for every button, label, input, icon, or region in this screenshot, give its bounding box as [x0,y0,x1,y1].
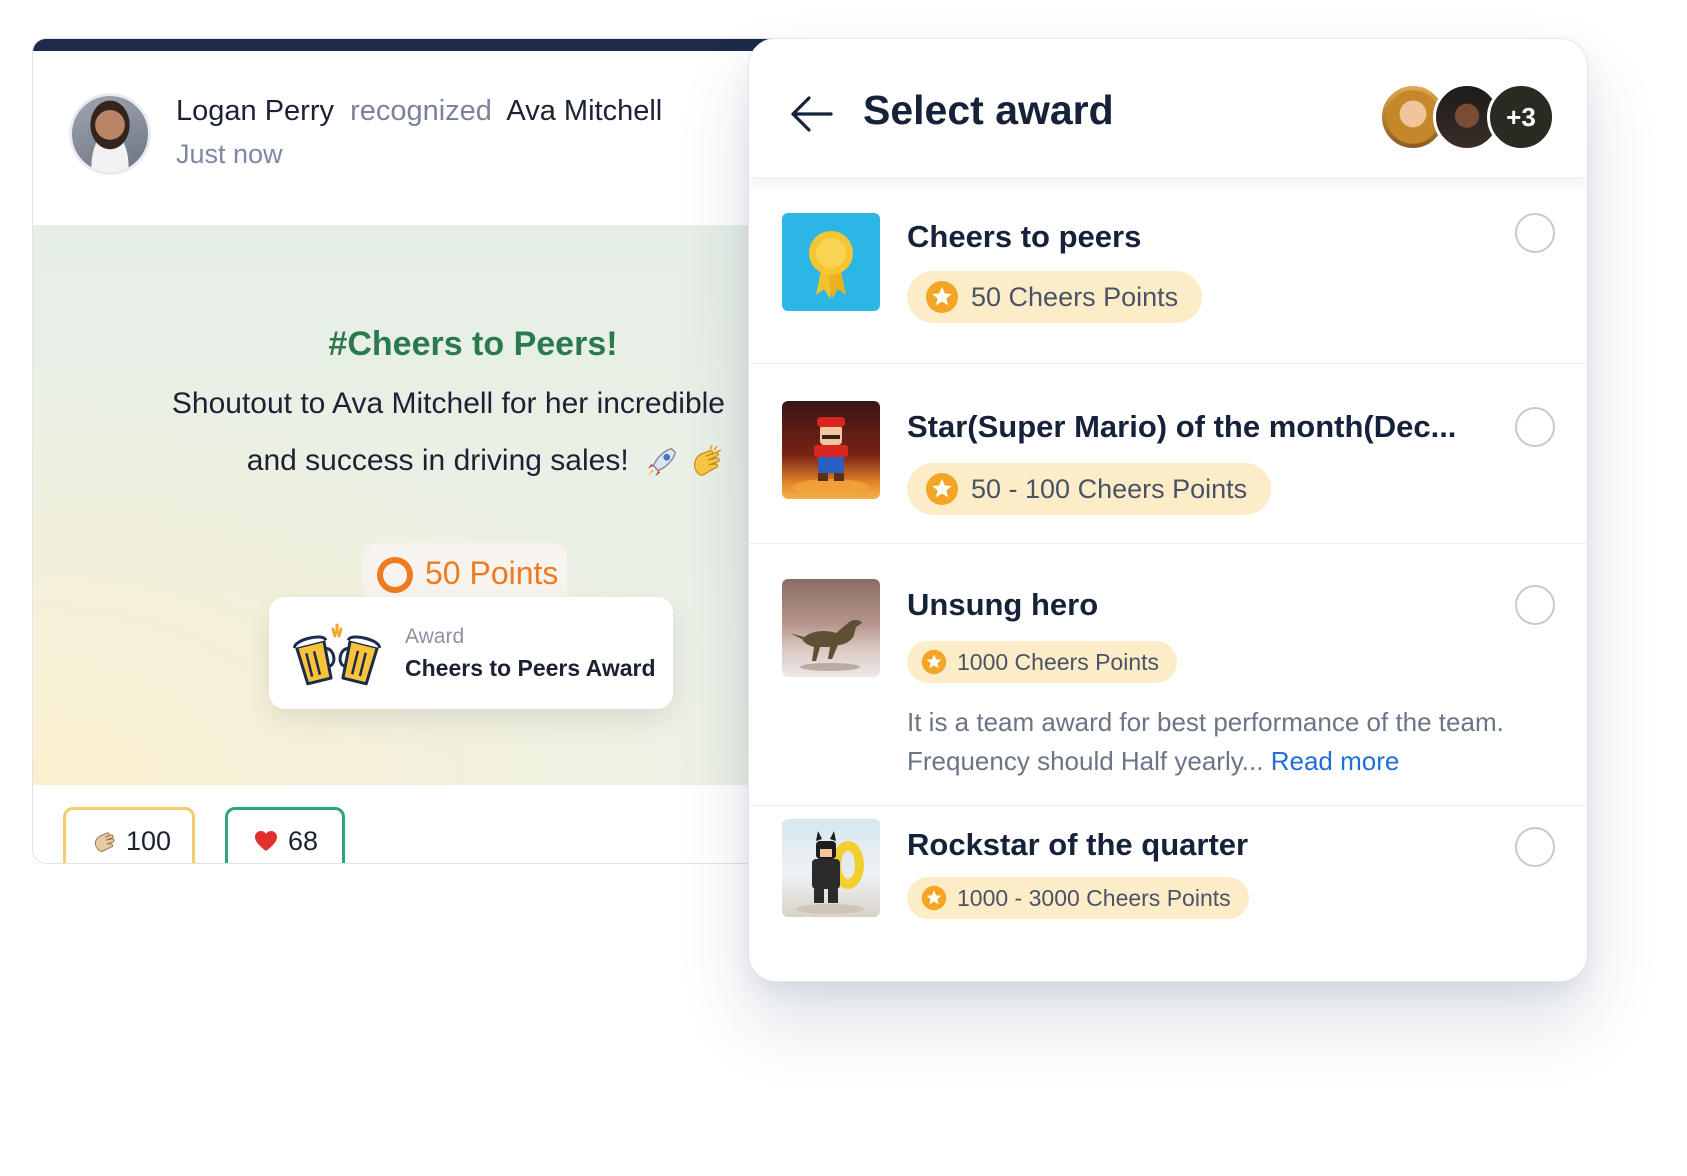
message-text-1: Shoutout to Ava Mitchell for her incredi… [171,387,725,420]
award-title: Cheers to peers [907,219,1142,254]
award-title: Unsung hero [907,587,1099,622]
mario-figure-image [782,401,880,499]
heart-reaction-button[interactable]: 68 [225,807,345,863]
award-description: It is a team award for best performance … [907,703,1547,781]
points-pill: 1000 Cheers Points [907,641,1178,683]
more-recipients-badge[interactable]: +3 [1487,83,1555,151]
dinosaur-figure-icon [790,620,862,671]
points-amount: 50 Points [425,555,559,591]
ribbon-medal-image [782,213,880,311]
award-name: Cheers to Peers Award [405,655,656,681]
award-option-cheers-to-peers[interactable]: Cheers to peers 50 Cheers Points [749,177,1587,364]
recipient-name[interactable]: Ava Mitchell [506,95,662,127]
points-label: 1000 - 3000 Cheers Points [957,884,1231,911]
points-pill: 50 Cheers Points [907,271,1203,323]
post-timestamp: Just now [176,139,283,169]
points-coin-icon [377,557,413,593]
star-coin-icon [921,649,947,675]
award-radio[interactable] [1515,827,1555,867]
ribbon-medal-icon [809,231,853,299]
award-card[interactable]: Award Cheers to Peers Award [269,597,673,709]
heart-count: 68 [288,825,319,856]
star-coin-icon [921,885,947,911]
beer-mugs-icon [293,623,381,686]
star-coin-icon [926,281,958,313]
back-arrow-icon[interactable] [789,94,833,134]
panel-title: Select award [863,87,1114,133]
select-award-panel: Select award +3 Cheers to peers 50 Cheer… [748,38,1588,982]
award-radio[interactable] [1515,213,1555,253]
points-label: 50 Cheers Points [971,281,1179,312]
points-label: 50 - 100 Cheers Points [971,473,1248,504]
award-title: Rockstar of the quarter [907,827,1249,862]
award-option-super-mario[interactable]: Star(Super Mario) of the month(Dec... 50… [749,363,1587,544]
panel-header: Select award +3 [749,39,1587,178]
batman-figure-image [782,819,880,917]
award-caption: Award [405,625,465,648]
batman-figure-icon [796,831,864,914]
points-label: 1000 Cheers Points [957,648,1160,675]
read-more-link[interactable]: Read more [1271,746,1400,776]
award-option-unsung-hero[interactable]: Unsung hero 1000 Cheers Points It is a t… [749,543,1587,806]
clap-reaction-button[interactable]: 100 [63,807,195,863]
award-radio[interactable] [1515,585,1555,625]
author-avatar[interactable] [69,93,151,175]
heart-icon [255,831,277,851]
message-text-2: and success in driving sales! [246,443,629,477]
post-headline: Logan Perry recognized Ava Mitchell [176,95,662,128]
clapping-hands-icon [94,832,115,852]
recognized-verb: recognized [350,95,492,127]
post-message-line-2: and success in driving sales! [247,443,725,481]
description-text: It is a team award for best performance … [907,707,1504,776]
points-pill: 1000 - 3000 Cheers Points [907,877,1249,919]
post-message-line-1: Shoutout to Ava Mitchell for her incredi… [172,387,725,421]
clap-count: 100 [126,825,172,856]
points-pill: 50 - 100 Cheers Points [907,463,1272,515]
mario-figure-icon [793,417,869,495]
award-option-rockstar[interactable]: Rockstar of the quarter 1000 - 3000 Chee… [749,805,1587,981]
award-radio[interactable] [1515,407,1555,447]
author-name[interactable]: Logan Perry [176,95,334,127]
award-title: Star(Super Mario) of the month(Dec... [907,409,1457,444]
dinosaur-figure-image [782,579,880,677]
clapping-hands-icon [693,444,722,476]
star-coin-icon [926,473,958,505]
rocket-icon [647,447,677,477]
